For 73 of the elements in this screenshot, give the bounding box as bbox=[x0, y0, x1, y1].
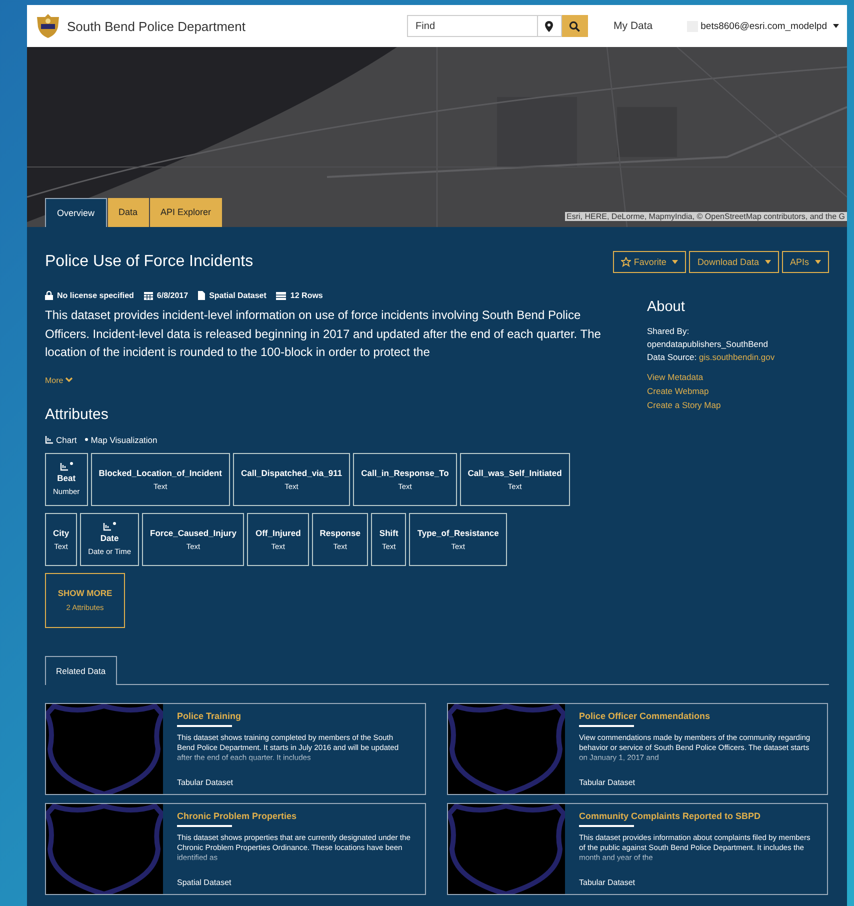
chevron-down-icon bbox=[65, 377, 74, 383]
attribute-name: Call_Dispatched_via_911 bbox=[240, 468, 342, 478]
description: This dataset provides incident-level information on use of force incidents involving South Bend Police Officers. Incident-level data is released beginning in 2017 and updated after the end of each quarter. The location of the incident is rounded to the 100-block in order to protect the bbox=[45, 307, 602, 361]
dataset-card-title[interactable]: Police Training bbox=[177, 710, 411, 720]
search-button[interactable] bbox=[562, 15, 588, 37]
attribute-name: Call_in_Response_To bbox=[361, 468, 449, 478]
about-link[interactable]: Create Webmap bbox=[647, 384, 775, 398]
badge-icon bbox=[35, 13, 61, 39]
table-icon bbox=[276, 292, 286, 300]
data-source-label: Data Source: bbox=[647, 352, 697, 362]
dataset-type: Tabular Dataset bbox=[579, 778, 636, 786]
dataset-card-title[interactable]: Community Complaints Reported to SBPD bbox=[579, 810, 813, 820]
metadata-text: No license specified bbox=[57, 291, 134, 300]
dataset-card-title[interactable]: Police Officer Commendations bbox=[579, 710, 813, 720]
attribute-name: Response bbox=[320, 528, 360, 538]
attribute-name: Off_Injured bbox=[255, 528, 301, 538]
dataset-card[interactable] bbox=[45, 702, 426, 794]
action-dropdown-button[interactable]: Download Data bbox=[689, 251, 779, 273]
attribute-name: Call_was_Self_Initiated bbox=[468, 468, 562, 478]
site-title[interactable]: South Bend Police Department bbox=[67, 18, 246, 34]
dot-icon bbox=[70, 462, 73, 464]
caret-icon bbox=[764, 260, 771, 264]
user-menu[interactable]: bets8606@esri.com_modelpd bbox=[700, 20, 827, 32]
metadata-text: Spatial Dataset bbox=[209, 291, 266, 300]
metadata-text: 6/8/2017 bbox=[156, 291, 188, 300]
map-attribution: Esri, HERE, DeLorme, MapmyIndia, © OpenStreetMap contributors, and the G bbox=[564, 212, 847, 221]
attribute-name: Blocked_Location_of_Incident bbox=[98, 468, 222, 478]
attribute-name: Force_Caused_Injury bbox=[150, 528, 236, 538]
metadata-text: 12 Rows bbox=[290, 291, 323, 300]
dataset-card[interactable] bbox=[447, 802, 828, 894]
attribute-name: Shift bbox=[379, 528, 398, 538]
my-data-link[interactable]: My Data bbox=[614, 20, 653, 32]
location-button[interactable] bbox=[538, 15, 562, 37]
lock-icon bbox=[45, 291, 53, 300]
data-source-link[interactable]: gis.southbendin.gov bbox=[699, 352, 775, 362]
dot-icon bbox=[84, 438, 88, 441]
legend-label: Map Visualization bbox=[90, 434, 158, 444]
more-link[interactable]: More bbox=[45, 376, 74, 384]
tab[interactable]: Data bbox=[108, 198, 149, 227]
dataset-card-title[interactable]: Chronic Problem Properties bbox=[177, 810, 411, 820]
attribute-name: City bbox=[53, 528, 70, 538]
action-dropdown-button[interactable]: Favorite bbox=[612, 251, 686, 273]
calendar-icon bbox=[144, 291, 153, 300]
dataset-type: Tabular Dataset bbox=[177, 778, 234, 786]
caret-icon bbox=[672, 260, 678, 264]
chart-icon bbox=[103, 522, 112, 530]
dataset-type: Tabular Dataset bbox=[579, 878, 636, 886]
dot-icon bbox=[113, 522, 116, 524]
legend-label: Chart bbox=[56, 434, 77, 444]
attribute-name: Type_of_Resistance bbox=[417, 528, 499, 538]
search-icon bbox=[569, 20, 580, 32]
shared-by-value: opendatapublishers_SouthBend bbox=[647, 338, 769, 351]
attribute-name: Beat bbox=[57, 472, 76, 482]
about-link[interactable]: Create a Story Map bbox=[647, 398, 775, 412]
chart-icon bbox=[60, 462, 68, 470]
section-heading: Attributes bbox=[45, 406, 110, 422]
shared-by-label: Shared By: bbox=[647, 325, 690, 338]
dataset-type: Spatial Dataset bbox=[177, 878, 232, 886]
tab[interactable]: Related Data bbox=[45, 656, 117, 684]
dataset-title: Police Use of Force Incidents bbox=[45, 253, 254, 271]
document-icon bbox=[198, 291, 206, 300]
star-icon bbox=[620, 257, 631, 267]
section-heading: About bbox=[647, 299, 686, 315]
attribute-name: Date bbox=[100, 532, 119, 542]
about-link[interactable]: View Metadata bbox=[647, 370, 775, 384]
chart-icon bbox=[45, 436, 53, 444]
pin-icon bbox=[545, 20, 554, 32]
tab[interactable]: API Explorer bbox=[150, 198, 222, 227]
caret-icon bbox=[833, 24, 839, 28]
tab[interactable]: Overview bbox=[45, 198, 107, 227]
action-dropdown-button[interactable]: APIs bbox=[782, 251, 829, 273]
search-input[interactable]: Find bbox=[408, 16, 537, 36]
caret-icon bbox=[815, 260, 821, 264]
